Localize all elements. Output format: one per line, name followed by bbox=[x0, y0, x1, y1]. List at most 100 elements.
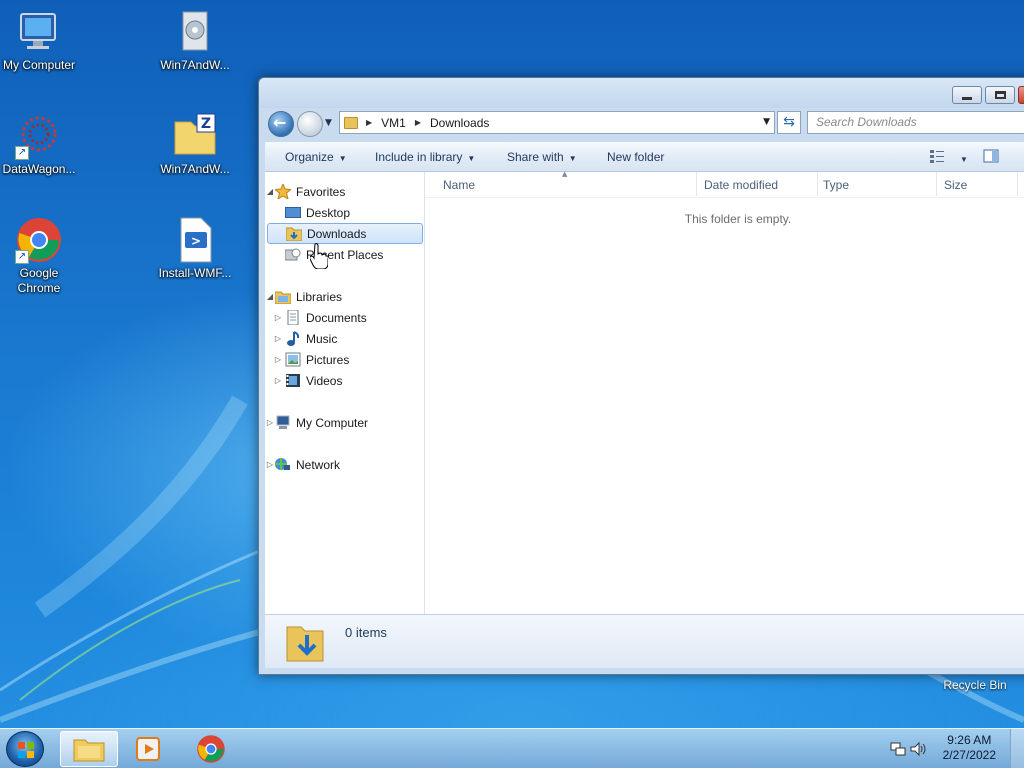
column-header-type[interactable]: Type bbox=[823, 178, 849, 192]
tree-pictures[interactable]: ▷ Pictures bbox=[265, 349, 425, 370]
explorer-window[interactable]: ▼ ▶ VM1 ▶ Downloads ▼ ⇆ Search Downloads… bbox=[258, 77, 1024, 675]
tree-label: Pictures bbox=[306, 352, 350, 367]
desktop-icon-label-line2: Chrome bbox=[17, 281, 61, 295]
recent-places-icon bbox=[284, 247, 301, 262]
taskbar-explorer-button[interactable] bbox=[60, 731, 118, 767]
minimize-button[interactable] bbox=[952, 86, 982, 104]
refresh-button[interactable]: ⇆ bbox=[777, 111, 801, 134]
search-input[interactable]: Search Downloads bbox=[807, 111, 1024, 134]
zip-folder-icon: Z bbox=[171, 112, 219, 160]
sort-arrow-icon: ▲ bbox=[562, 170, 568, 178]
view-options-dropdown[interactable]: ▼ bbox=[955, 151, 968, 165]
new-folder-button[interactable]: New folder bbox=[607, 150, 664, 164]
tree-label: Favorites bbox=[296, 184, 346, 199]
tree-recent-places[interactable]: Recent Places bbox=[265, 244, 425, 265]
column-header-name[interactable]: Name bbox=[443, 178, 475, 192]
clock[interactable]: 9:26 AM 2/27/2022 bbox=[943, 733, 996, 763]
breadcrumb-downloads[interactable]: Downloads bbox=[430, 116, 489, 130]
desktop-icon-label: Win7AndW... bbox=[160, 58, 230, 72]
column-divider[interactable] bbox=[936, 172, 937, 196]
music-icon bbox=[285, 331, 301, 346]
item-count: 0 items bbox=[345, 625, 387, 640]
back-button[interactable] bbox=[268, 111, 294, 137]
include-in-library-menu[interactable]: Include in library ▼ bbox=[375, 150, 475, 164]
include-in-library-label: Include in library bbox=[375, 150, 463, 164]
desktop-icon-win7andw-installer[interactable]: Win7AndW... bbox=[150, 8, 240, 73]
tree-label: Music bbox=[306, 331, 338, 346]
tree-favorites[interactable]: ◢ Favorites bbox=[265, 181, 425, 202]
tree-libraries[interactable]: ◢ Libraries bbox=[265, 286, 425, 307]
taskbar-media-player-button[interactable] bbox=[120, 731, 178, 767]
file-list-pane[interactable]: ▲ Name Date modified Type Size This fold… bbox=[425, 170, 1024, 614]
desktop-icon-datawagon[interactable]: ↗ DataWagon... bbox=[0, 112, 84, 177]
collapse-arrow-icon[interactable]: ◢ bbox=[265, 187, 275, 196]
expand-arrow-icon[interactable]: ▷ bbox=[273, 334, 283, 343]
tree-label: My Computer bbox=[296, 415, 369, 430]
preview-pane-button[interactable] bbox=[983, 148, 999, 164]
expand-arrow-icon[interactable]: ▷ bbox=[273, 313, 283, 322]
installer-icon bbox=[171, 8, 219, 56]
tree-music[interactable]: ▷ Music bbox=[265, 328, 425, 349]
network-icon bbox=[275, 457, 291, 472]
desktop-icon-label-line1: Google bbox=[19, 266, 59, 280]
new-folder-label: New folder bbox=[607, 150, 665, 164]
desktop-icon-label: Win7AndW... bbox=[160, 162, 230, 176]
address-bar[interactable]: ▶ VM1 ▶ Downloads ▼ bbox=[339, 111, 775, 134]
start-button[interactable] bbox=[6, 731, 44, 767]
organize-menu[interactable]: Organize ▼ bbox=[285, 150, 347, 164]
column-divider[interactable] bbox=[817, 172, 818, 196]
column-header-date-modified[interactable]: Date modified bbox=[704, 178, 778, 192]
downloads-folder-icon bbox=[285, 226, 303, 242]
chrome-icon bbox=[197, 735, 225, 763]
desktop-icon-install-wmf[interactable]: > Install-WMF... bbox=[150, 216, 240, 281]
shortcut-arrow-icon: ↗ bbox=[15, 250, 29, 264]
expand-arrow-icon[interactable]: ▷ bbox=[273, 355, 283, 364]
tree-videos[interactable]: ▷ Videos bbox=[265, 370, 425, 391]
breadcrumb-vm1[interactable]: VM1 bbox=[381, 116, 406, 130]
tree-downloads[interactable]: Downloads bbox=[267, 223, 423, 244]
expand-arrow-icon[interactable]: ▷ bbox=[273, 376, 283, 385]
column-header-row: ▲ Name Date modified Type Size bbox=[425, 170, 1024, 198]
column-divider[interactable] bbox=[1017, 172, 1018, 196]
tree-network[interactable]: ▷ Network bbox=[265, 454, 425, 475]
videos-icon bbox=[285, 373, 301, 388]
desktop-icon-win7andw-zip[interactable]: Z Win7AndW... bbox=[150, 112, 240, 177]
share-with-menu[interactable]: Share with ▼ bbox=[507, 150, 577, 164]
pictures-icon bbox=[285, 352, 301, 367]
expand-arrow-icon[interactable]: ▷ bbox=[265, 418, 275, 427]
clock-date: 2/27/2022 bbox=[942, 748, 996, 762]
change-view-button[interactable] bbox=[929, 148, 945, 164]
column-divider[interactable] bbox=[696, 172, 697, 196]
tree-desktop[interactable]: Desktop bbox=[265, 202, 425, 223]
tree-label: Documents bbox=[306, 310, 367, 325]
tree-label: Network bbox=[296, 457, 341, 472]
column-header-size[interactable]: Size bbox=[944, 178, 967, 192]
taskbar: 9:26 AM 2/27/2022 bbox=[0, 728, 1024, 768]
taskbar-chrome-button[interactable] bbox=[182, 731, 240, 767]
tree-documents[interactable]: ▷ Documents bbox=[265, 307, 425, 328]
collapse-arrow-icon[interactable]: ◢ bbox=[265, 292, 275, 301]
navigation-pane[interactable]: ◢ Favorites Desktop Downloads Recent Pla… bbox=[265, 172, 425, 614]
desktop-icon-google-chrome[interactable]: ↗ Google Chrome bbox=[0, 216, 84, 296]
chrome-icon: ↗ bbox=[15, 216, 63, 264]
close-button[interactable] bbox=[1018, 86, 1024, 104]
desktop-icon-my-computer[interactable]: My Computer bbox=[0, 8, 84, 73]
window-titlebar[interactable] bbox=[259, 78, 1024, 108]
computer-icon bbox=[15, 8, 63, 56]
forward-button[interactable] bbox=[297, 111, 323, 137]
chevron-right-icon[interactable]: ▶ bbox=[366, 118, 372, 127]
tree-label: Libraries bbox=[296, 289, 343, 304]
svg-text:Z: Z bbox=[201, 116, 211, 132]
recent-pages-dropdown[interactable]: ▼ bbox=[325, 118, 332, 128]
maximize-button[interactable] bbox=[985, 86, 1015, 104]
network-status-icon[interactable] bbox=[890, 741, 906, 760]
chevron-right-icon[interactable]: ▶ bbox=[415, 118, 421, 127]
show-desktop-button[interactable] bbox=[1010, 729, 1024, 768]
address-dropdown-icon[interactable]: ▼ bbox=[763, 117, 770, 127]
expand-arrow-icon[interactable]: ▷ bbox=[265, 460, 275, 469]
tree-label: Desktop bbox=[306, 205, 351, 220]
tree-my-computer[interactable]: ▷ My Computer bbox=[265, 412, 425, 433]
navigation-bar: ▼ ▶ VM1 ▶ Downloads ▼ ⇆ Search Downloads bbox=[259, 108, 1024, 140]
volume-icon[interactable] bbox=[910, 741, 926, 760]
chevron-down-icon: ▼ bbox=[467, 154, 476, 163]
